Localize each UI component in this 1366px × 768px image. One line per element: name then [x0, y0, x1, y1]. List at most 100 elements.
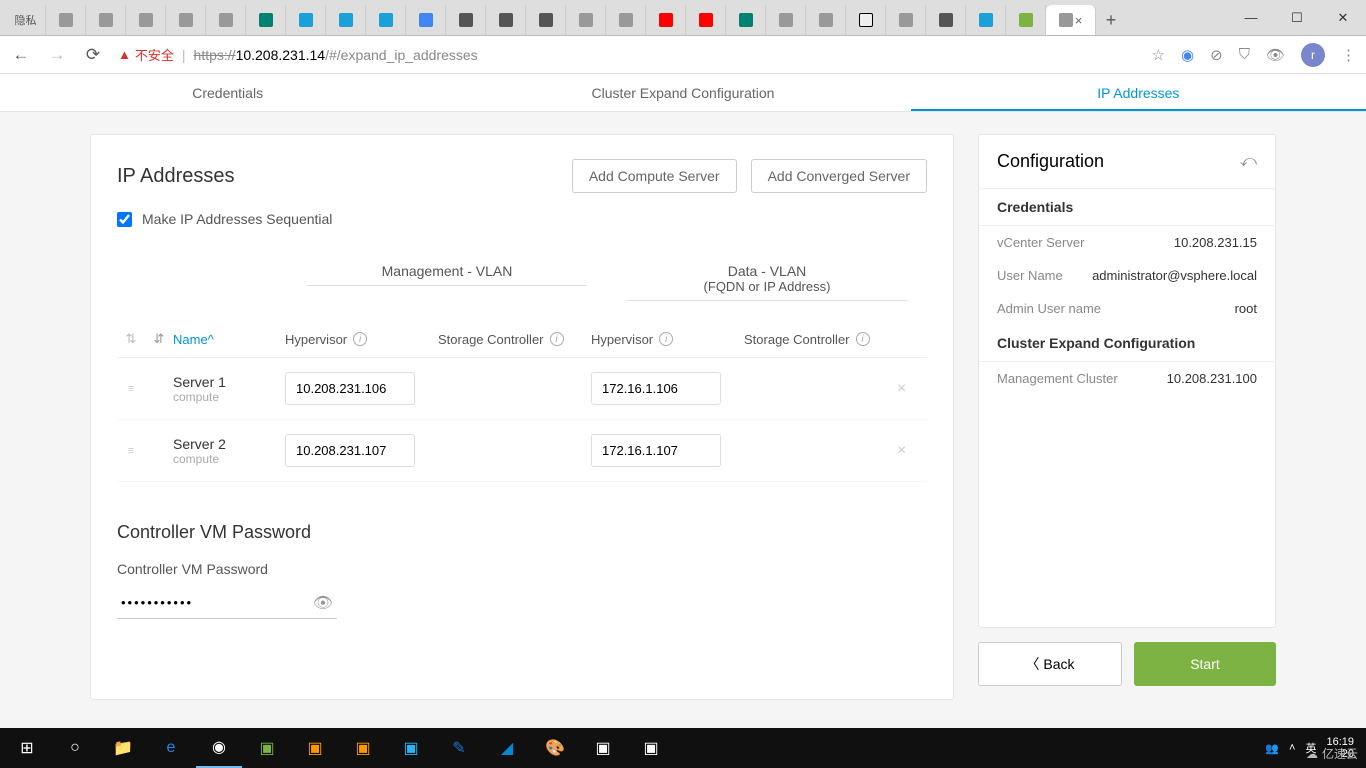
tray-chevron-icon[interactable]: ˄ [1289, 742, 1295, 754]
menu-icon[interactable]: ⋮ [1341, 46, 1356, 64]
kv-username: User Name administrator@vsphere.local [979, 259, 1275, 292]
password-section-title: Controller VM Password [117, 522, 927, 543]
browser-tab[interactable] [366, 5, 406, 35]
forward-button[interactable]: → [46, 45, 68, 65]
page-icon [819, 13, 833, 27]
url-box[interactable]: ▲ 不安全 | https://10.208.231.14/#/expand_i… [118, 45, 1138, 64]
extension-icon[interactable]: ⊘ [1210, 46, 1223, 64]
browser-tab[interactable] [686, 5, 726, 35]
app-icon[interactable]: ▣ [292, 728, 338, 768]
browser-tab[interactable] [46, 5, 86, 35]
sequential-checkbox[interactable] [117, 212, 132, 227]
file-explorer-icon[interactable]: 📁 [100, 728, 146, 768]
start-menu-button[interactable]: ⊞ [4, 728, 50, 768]
wireshark-icon[interactable]: ◢ [484, 728, 530, 768]
browser-tab[interactable] [966, 5, 1006, 35]
collapse-icon[interactable]: ⤺ [1240, 153, 1257, 171]
data-hypervisor-input[interactable] [591, 434, 721, 467]
browser-tab[interactable] [566, 5, 606, 35]
browser-tab[interactable] [606, 5, 646, 35]
browser-tab[interactable] [246, 5, 286, 35]
server-name: Server 1 [173, 374, 285, 390]
app-icon[interactable]: ▣ [388, 728, 434, 768]
drag-handle-icon[interactable]: ≡ [117, 383, 145, 395]
browser-tab[interactable] [886, 5, 926, 35]
info-icon[interactable]: i [550, 332, 564, 346]
section-title: IP Addresses [117, 165, 234, 188]
browser-tab[interactable] [926, 5, 966, 35]
app-icon[interactable]: ▣ [340, 728, 386, 768]
delete-row-icon[interactable]: × [897, 442, 906, 459]
cortana-button[interactable]: ○ [52, 728, 98, 768]
chrome-icon[interactable]: ◉ [196, 728, 242, 768]
browser-tab[interactable] [486, 5, 526, 35]
browser-tab[interactable] [766, 5, 806, 35]
browser-tab[interactable] [126, 5, 166, 35]
browser-tab[interactable] [726, 5, 766, 35]
youtube-icon [659, 13, 673, 27]
profile-avatar[interactable]: r [1301, 43, 1325, 67]
browser-tab[interactable] [166, 5, 206, 35]
close-icon[interactable]: × [1075, 13, 1083, 28]
mgmt-hypervisor-input[interactable] [285, 434, 415, 467]
cisco-icon [979, 13, 993, 27]
add-compute-button[interactable]: Add Compute Server [572, 159, 737, 193]
delete-row-icon[interactable]: × [897, 380, 906, 397]
app-icon[interactable]: ▣ [628, 728, 674, 768]
reload-button[interactable]: ⟳ [82, 45, 104, 65]
browser-tab[interactable] [86, 5, 126, 35]
paint-icon[interactable]: 🎨 [532, 728, 578, 768]
extension-icon[interactable]: ◉ [1181, 46, 1194, 64]
maximize-button[interactable]: ☐ [1274, 0, 1320, 36]
tab-cluster-expand[interactable]: Cluster Expand Configuration [455, 74, 910, 111]
extension-icon[interactable]: ⛉ [1239, 46, 1250, 63]
insecure-warning[interactable]: ▲ 不安全 [118, 45, 174, 64]
info-icon[interactable]: i [353, 332, 367, 346]
browser-tab[interactable] [206, 5, 246, 35]
info-icon[interactable]: i [856, 332, 870, 346]
youtube-icon [699, 13, 713, 27]
data-hypervisor-input[interactable] [591, 372, 721, 405]
browser-tab[interactable] [646, 5, 686, 35]
close-button[interactable]: ✕ [1320, 0, 1366, 36]
col-name[interactable]: Name^ [173, 332, 285, 347]
table-header: ⇅ ⇵ Name^ Hypervisori Storage Controller… [117, 321, 927, 358]
ie-icon[interactable]: e [148, 728, 194, 768]
sort-icon[interactable]: ⇵ [145, 331, 173, 347]
bookmark-icon[interactable]: ☆ [1152, 46, 1165, 64]
tab-ip-addresses[interactable]: IP Addresses [911, 74, 1366, 111]
main-panel: IP Addresses Add Compute Server Add Conv… [90, 134, 954, 700]
browser-tab[interactable] [446, 5, 486, 35]
app-icon[interactable]: ✎ [436, 728, 482, 768]
vmware-icon [939, 13, 953, 27]
browser-tab[interactable]: 隐私 [6, 5, 46, 35]
mgmt-hypervisor-input[interactable] [285, 372, 415, 405]
page-icon [179, 13, 193, 27]
browser-tab[interactable] [526, 5, 566, 35]
new-tab-button[interactable]: + [1096, 5, 1126, 35]
app-icon[interactable]: ▣ [580, 728, 626, 768]
app-icon[interactable]: ▣ [244, 728, 290, 768]
server-type: compute [173, 390, 285, 404]
minimize-button[interactable]: — [1228, 0, 1274, 36]
password-input[interactable] [117, 587, 337, 619]
people-icon[interactable]: 👥 [1265, 742, 1279, 755]
browser-tab[interactable] [1006, 5, 1046, 35]
tab-credentials[interactable]: Credentials [0, 74, 455, 111]
incognito-icon[interactable]: 👁 [1266, 46, 1285, 64]
browser-tab[interactable] [326, 5, 366, 35]
browser-tab[interactable] [846, 5, 886, 35]
start-button[interactable]: Start [1134, 642, 1276, 686]
back-button[interactable]: 〈 Back [978, 642, 1122, 686]
drag-handle-icon[interactable]: ≡ [117, 445, 145, 457]
browser-tab[interactable] [406, 5, 446, 35]
sequential-checkbox-row[interactable]: Make IP Addresses Sequential [117, 211, 927, 227]
browser-tab-active[interactable]: × [1046, 5, 1096, 35]
back-button[interactable]: ← [10, 45, 32, 65]
show-password-icon[interactable]: 👁 [313, 593, 333, 613]
warning-icon: ▲ [118, 47, 131, 62]
info-icon[interactable]: i [659, 332, 673, 346]
add-converged-button[interactable]: Add Converged Server [751, 159, 927, 193]
browser-tab[interactable] [286, 5, 326, 35]
browser-tab[interactable] [806, 5, 846, 35]
